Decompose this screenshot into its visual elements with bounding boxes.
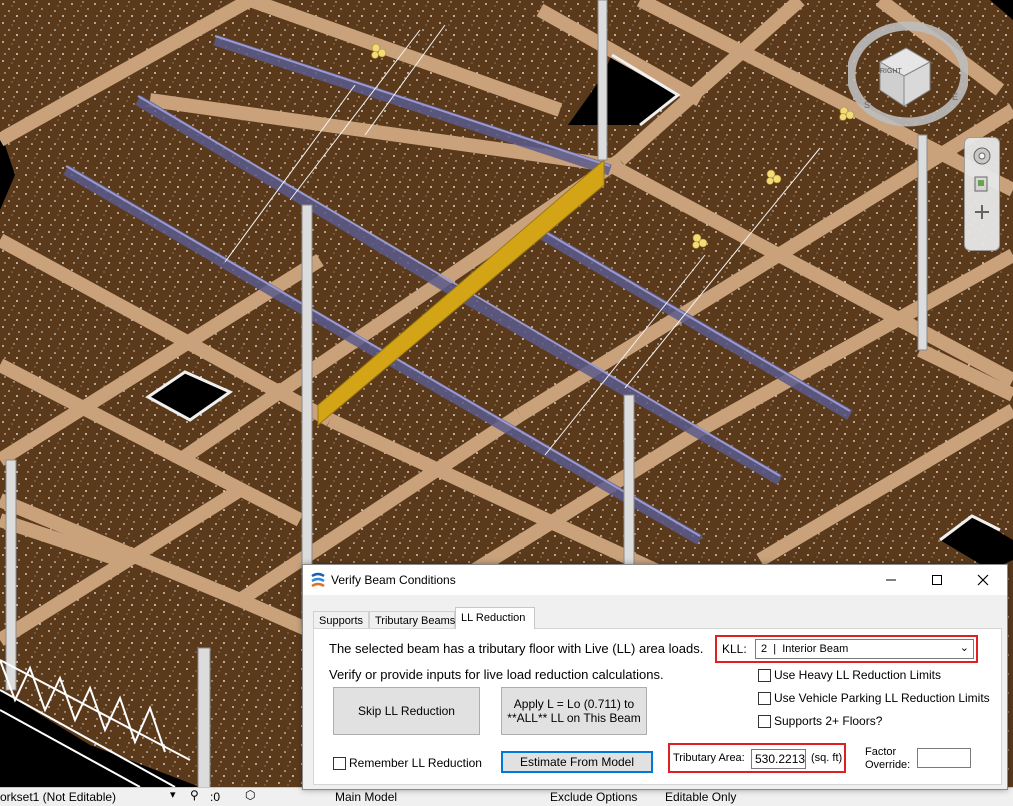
factor-override-input[interactable] xyxy=(917,748,971,768)
close-button[interactable] xyxy=(961,565,1005,595)
intro-text-line2: Verify or provide inputs for live load r… xyxy=(329,667,664,682)
ll-reduction-panel: The selected beam has a tributary floor … xyxy=(313,628,1002,785)
supports-floors-checkbox[interactable] xyxy=(758,715,771,728)
factor-override-label-line2: Override: xyxy=(865,759,911,771)
maximize-button[interactable] xyxy=(915,565,959,595)
zoom-icon[interactable] xyxy=(971,174,993,194)
view-cube-icon[interactable]: RIGHT E S xyxy=(846,18,970,128)
chevron-down-icon: ⌄ xyxy=(959,642,969,654)
exclude-options-toggle[interactable]: Exclude Options xyxy=(550,790,637,804)
compass-east-label: E xyxy=(952,92,959,102)
filter-icon[interactable]: ⚲ xyxy=(190,788,199,802)
apply-ll-label-line1: Apply L = Lo (0.711) to xyxy=(513,697,635,711)
tab-tributary-beams[interactable]: Tributary Beams xyxy=(369,611,455,628)
factor-override-label-line1: Factor xyxy=(865,746,897,758)
compass-south-label: S xyxy=(864,100,871,110)
model-icon[interactable]: ⬡ xyxy=(245,788,255,802)
tab-ll-reduction[interactable]: LL Reduction xyxy=(455,607,535,629)
remember-ll-checkbox[interactable] xyxy=(333,757,346,770)
kll-label: KLL: xyxy=(722,642,747,656)
minimize-button[interactable] xyxy=(869,565,913,595)
selection-count: :0 xyxy=(210,790,221,804)
heavy-ll-checkbox[interactable] xyxy=(758,669,771,682)
app-logo-icon xyxy=(310,572,326,588)
maximize-icon xyxy=(932,575,942,585)
kll-selected-value: 2 | Interior Beam xyxy=(761,643,849,655)
editable-only-toggle[interactable]: Editable Only xyxy=(665,790,736,804)
vehicle-parking-label: Use Vehicle Parking LL Reduction Limits xyxy=(774,691,990,705)
chevron-down-icon[interactable]: ▾ xyxy=(170,788,176,801)
skip-ll-reduction-button[interactable]: Skip LL Reduction xyxy=(333,687,480,735)
tributary-area-value: 530.22136 xyxy=(755,752,806,766)
workset-selector[interactable]: orkset1 (Not Editable) xyxy=(0,790,116,804)
tributary-area-unit: (sq. ft) xyxy=(811,752,843,764)
heavy-ll-label: Use Heavy LL Reduction Limits xyxy=(774,668,941,682)
minimize-icon xyxy=(886,579,896,581)
dialog-title: Verify Beam Conditions xyxy=(331,573,456,587)
close-icon xyxy=(977,574,989,586)
view-cube-face-label: RIGHT xyxy=(880,68,902,75)
intro-text-line1: The selected beam has a tributary floor … xyxy=(329,641,704,656)
design-option-selector[interactable]: Main Model xyxy=(335,790,397,804)
tab-supports[interactable]: Supports xyxy=(313,611,369,628)
tributary-area-input[interactable]: 530.22136 xyxy=(751,749,806,769)
remember-ll-label: Remember LL Reduction xyxy=(349,756,482,770)
vehicle-parking-checkbox[interactable] xyxy=(758,692,771,705)
apply-ll-label-line2: **ALL** LL on This Beam xyxy=(507,711,641,725)
navigation-bar xyxy=(964,137,1000,251)
skip-ll-reduction-label: Skip LL Reduction xyxy=(358,704,455,718)
tributary-area-label: Tributary Area: xyxy=(673,752,745,764)
steering-wheel-icon[interactable] xyxy=(971,146,993,166)
estimate-from-model-label: Estimate From Model xyxy=(519,755,635,769)
pan-icon[interactable] xyxy=(971,202,993,222)
supports-floors-label: Supports 2+ Floors? xyxy=(774,714,883,728)
kll-select[interactable]: 2 | Interior Beam ⌄ xyxy=(755,639,974,659)
dialog-titlebar[interactable]: Verify Beam Conditions xyxy=(303,565,1007,595)
verify-beam-conditions-dialog: Verify Beam Conditions Supports Tributar… xyxy=(302,564,1008,790)
apply-ll-button[interactable]: Apply L = Lo (0.711) to **ALL** LL on Th… xyxy=(501,687,647,735)
estimate-from-model-button[interactable]: Estimate From Model xyxy=(501,751,653,773)
